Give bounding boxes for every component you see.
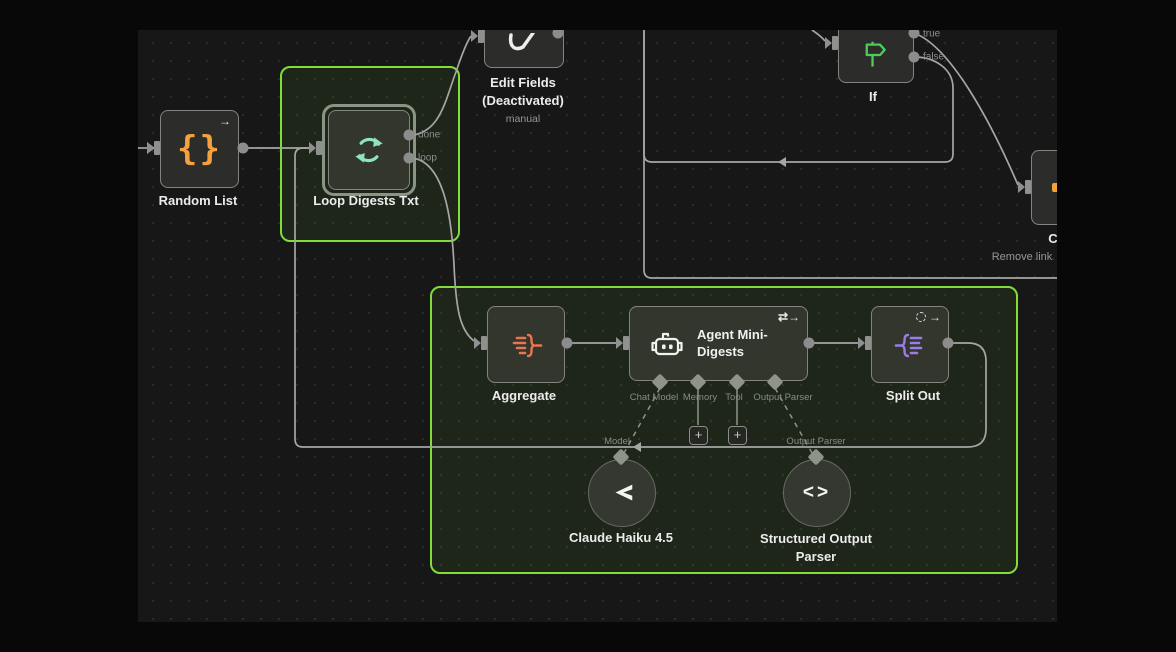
port-label-true: true	[923, 30, 940, 40]
port-label-model: Model	[604, 436, 630, 447]
node-label-claude: Claude Haiku 4.5	[569, 530, 673, 545]
port-label-sop-output-parser: Output Parser	[786, 436, 845, 447]
port-label-memory: Memory	[683, 392, 717, 403]
refresh-loop-icon	[350, 131, 388, 169]
node-clipped-right[interactable]	[1031, 150, 1057, 225]
node-if[interactable]	[838, 30, 914, 83]
node-label-loop: Loop Digests Txt	[313, 193, 418, 208]
node-label-clipped: C	[1048, 231, 1057, 246]
node-split-out[interactable]: →	[871, 306, 949, 383]
node-label-aggregate: Aggregate	[492, 388, 556, 403]
port-label-false: false	[923, 52, 944, 63]
node-loop-digests[interactable]	[328, 110, 410, 190]
connection-loop-aggregate	[412, 158, 474, 341]
port-label-output-parser: Output Parser	[753, 392, 812, 403]
node-claude-haiku[interactable]	[588, 459, 656, 527]
node-random-list[interactable]: {} →	[160, 110, 239, 188]
connection-top-if	[812, 30, 825, 41]
node-label-sop: Structured Output Parser	[751, 530, 881, 565]
trigger-arrow-icon: →	[219, 115, 231, 127]
angle-brackets-icon: <>	[803, 482, 831, 504]
workflow-canvas[interactable]: {} →	[138, 30, 1057, 622]
loop-arrow-icon: ⇄→	[778, 311, 800, 323]
robot-icon	[650, 329, 684, 359]
port-label-tool: Tool	[725, 392, 742, 403]
node-edit-fields[interactable]	[484, 30, 564, 68]
signpost-icon	[861, 40, 891, 70]
workflow-editor: {} →	[0, 0, 1176, 652]
pen-icon	[485, 30, 563, 67]
node-sublabel-manual: manual	[506, 113, 540, 125]
arrowhead-left	[633, 442, 641, 452]
connection-done-editfields	[414, 36, 471, 135]
node-label-if: If	[869, 89, 877, 104]
orange-icon-fragment	[1052, 183, 1057, 192]
node-label-edit-fields: Edit Fields	[490, 75, 556, 90]
node-loop-digests-selected-ring	[322, 104, 416, 196]
add-memory-button[interactable]: +	[689, 426, 708, 445]
arrowhead-right	[147, 142, 155, 154]
arrowhead-left	[778, 157, 786, 167]
node-label-random-list: Random List	[159, 193, 238, 208]
port-label-loop: loop	[418, 153, 437, 164]
curly-braces-icon: {}	[177, 129, 222, 169]
node-label-edit-fields-status: (Deactivated)	[482, 93, 564, 108]
node-structured-output-parser[interactable]: <>	[783, 459, 851, 527]
node-aggregate[interactable]	[487, 306, 565, 383]
node-agent[interactable]: Agent Mini-Digests ⇄→	[629, 306, 808, 381]
agent-node-title: Agent Mini-Digests	[697, 327, 801, 361]
port-label-done: done	[418, 130, 440, 141]
merge-brace-icon	[509, 329, 543, 361]
add-tool-button[interactable]: +	[728, 426, 747, 445]
split-brace-icon	[894, 329, 926, 361]
node-label-split-out: Split Out	[886, 388, 940, 403]
split-arrow-icon: →	[916, 311, 941, 323]
claude-chevron-icon	[607, 479, 637, 507]
port-label-chat-model: Chat Model	[630, 392, 679, 403]
remove-link-hint[interactable]: Remove link	[992, 251, 1053, 263]
